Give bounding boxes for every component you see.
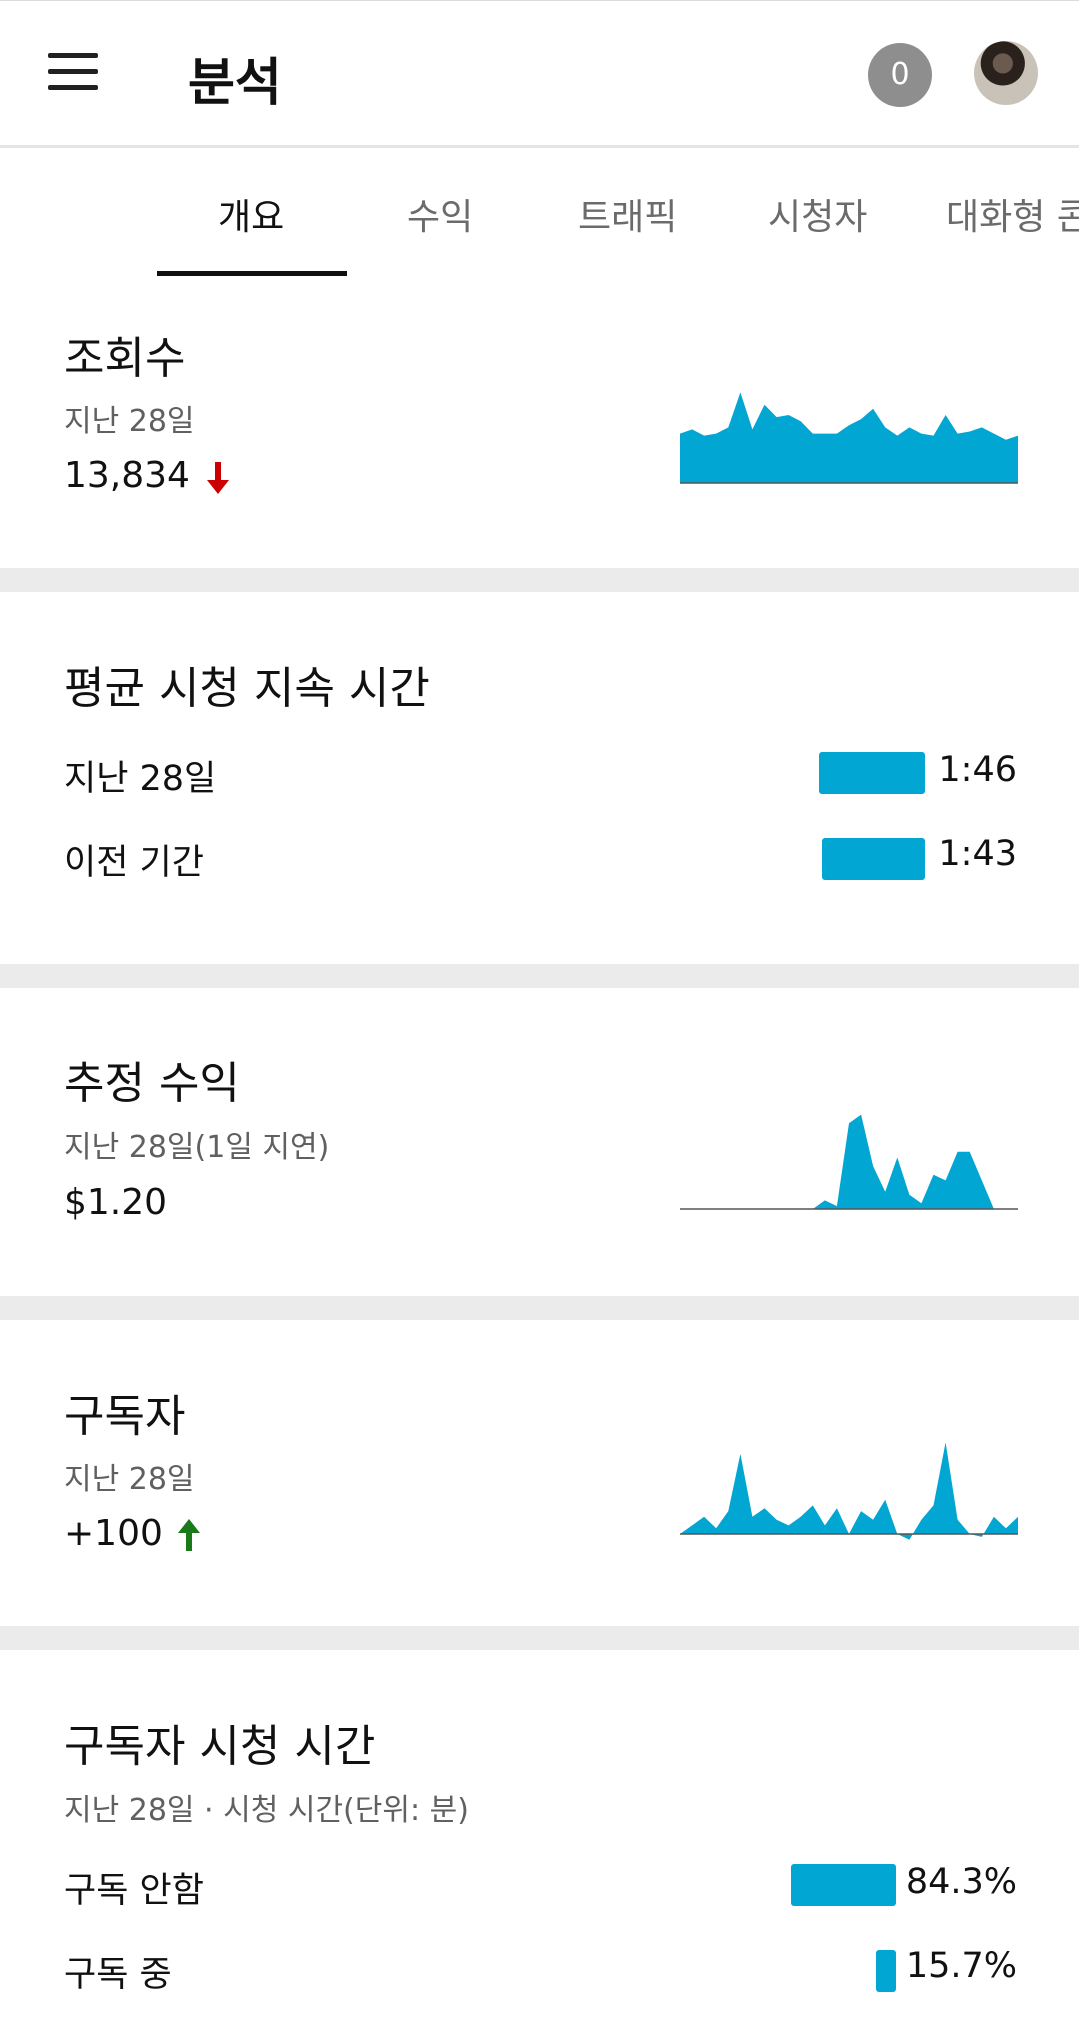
user-avatar[interactable] xyxy=(974,41,1038,105)
watch-time-value-not-subscribed: 84.3% xyxy=(905,1862,1017,1902)
estimated-revenue-value: $1.20 xyxy=(64,1182,168,1223)
subscriber-watch-time-title: 구독자 시청 시간 xyxy=(64,1721,376,1772)
views-period: 지난 28일 xyxy=(64,404,195,439)
watch-time-value-subscribed: 15.7% xyxy=(905,1946,1017,1986)
subscriber-watch-time-period: 지난 28일 · 시청 시간(단위: 분) xyxy=(64,1793,469,1828)
duration-value-previous: 1:43 xyxy=(938,834,1017,874)
duration-row-label-current: 지난 28일 xyxy=(64,759,217,799)
sparkline-area xyxy=(680,392,1018,483)
tab-interactive-content[interactable]: 대화형 콘 xyxy=(946,188,1079,240)
tab-overview[interactable]: 개요 xyxy=(218,188,284,240)
active-tab-indicator xyxy=(157,271,347,276)
section-divider xyxy=(0,568,1079,592)
duration-bar-current xyxy=(819,752,925,794)
duration-row-label-previous: 이전 기간 xyxy=(64,843,204,883)
subscribers-value: +100 xyxy=(64,1513,163,1554)
watch-time-bar-not-subscribed xyxy=(791,1864,896,1906)
tab-audience[interactable]: 시청자 xyxy=(768,188,867,240)
avg-view-duration-title: 평균 시청 지속 시간 xyxy=(64,663,430,714)
views-sparkline xyxy=(680,392,1018,484)
estimated-revenue-title: 추정 수익 xyxy=(64,1058,240,1109)
estimated-revenue-period: 지난 28일(1일 지연) xyxy=(64,1130,330,1165)
app-top-bar: 분석 0 xyxy=(0,0,1079,148)
trend-up-icon xyxy=(178,1519,200,1551)
views-value: 13,834 xyxy=(64,455,190,496)
page-title: 분석 xyxy=(188,54,282,113)
hamburger-menu-icon[interactable] xyxy=(48,53,98,93)
sparkline-area xyxy=(680,1114,1018,1209)
views-title: 조회수 xyxy=(64,333,186,384)
subscribers-sparkline xyxy=(680,1442,1018,1540)
watch-time-bar-subscribed xyxy=(876,1950,896,1992)
section-divider xyxy=(0,1626,1079,1650)
sparkline-area xyxy=(680,1442,1018,1540)
section-divider xyxy=(0,1296,1079,1320)
subscribers-title: 구독자 xyxy=(64,1391,186,1442)
section-divider xyxy=(0,964,1079,988)
analytics-tabs: 개요 수익 트래픽 시청자 대화형 콘 xyxy=(0,148,1079,278)
tab-revenue[interactable]: 수익 xyxy=(407,188,473,240)
watch-time-row-label-not-subscribed: 구독 안함 xyxy=(64,1871,204,1911)
duration-bar-previous xyxy=(822,838,925,880)
subscribers-period: 지난 28일 xyxy=(64,1462,195,1497)
duration-value-current: 1:46 xyxy=(938,750,1017,790)
tab-traffic[interactable]: 트래픽 xyxy=(578,188,677,240)
notification-badge[interactable]: 0 xyxy=(868,43,932,107)
revenue-sparkline xyxy=(680,1114,1018,1210)
watch-time-row-label-subscribed: 구독 중 xyxy=(64,1955,172,1995)
trend-down-icon xyxy=(207,462,229,494)
